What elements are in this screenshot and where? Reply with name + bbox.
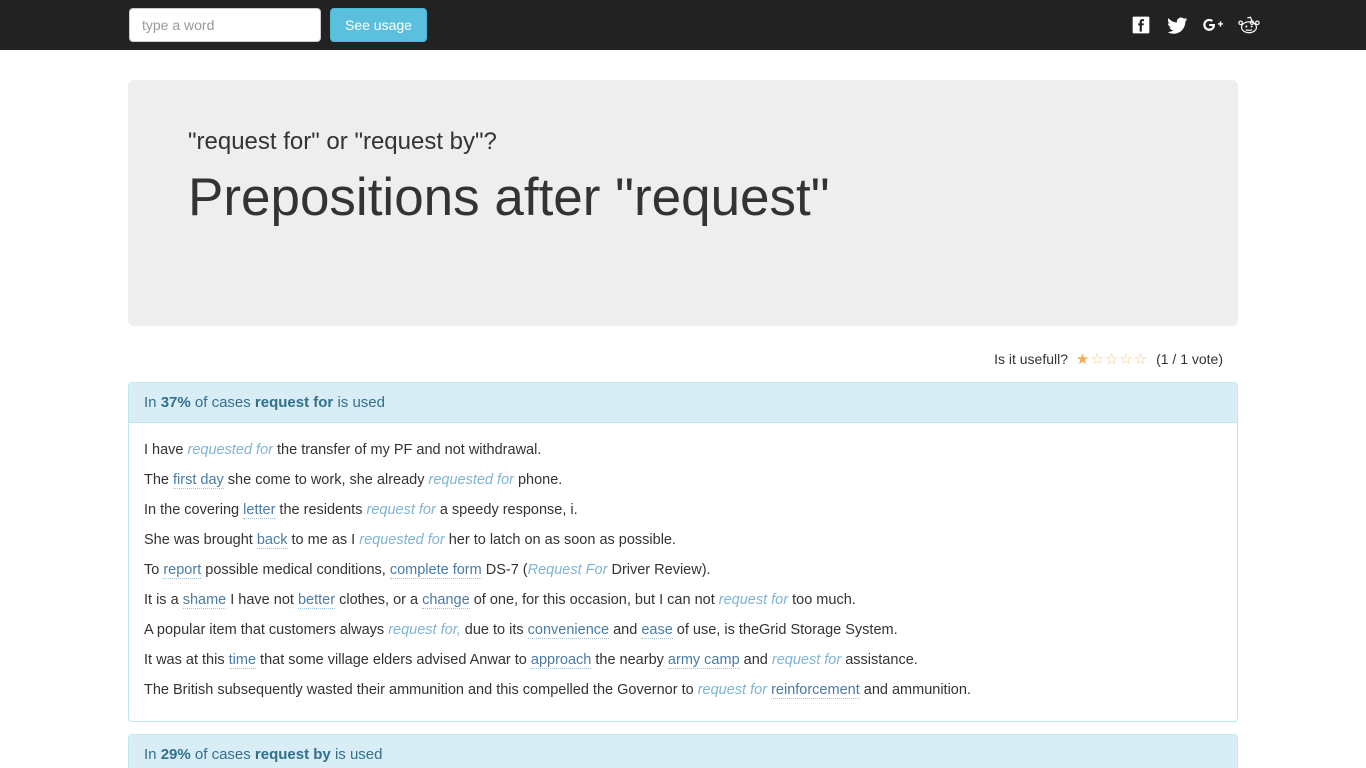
- heading-prefix: In: [144, 746, 161, 763]
- word-search-form: See usage: [129, 8, 427, 42]
- hero-subtitle: "request for" or "request by"?: [188, 128, 497, 155]
- keyword-phrase: request for: [697, 682, 768, 698]
- related-word-link[interactable]: ease: [641, 622, 673, 639]
- example-sentence: In the covering letter the residents req…: [144, 502, 578, 519]
- keyword-phrase: Request For: [527, 562, 608, 578]
- related-word-link[interactable]: reinforcement: [771, 682, 860, 699]
- keyword-phrase: requested for: [187, 442, 273, 458]
- keyword-phrase: request for: [718, 592, 789, 608]
- search-input[interactable]: [129, 8, 321, 42]
- twitter-icon[interactable]: [1166, 14, 1188, 36]
- keyword-phrase: requested for: [428, 472, 514, 488]
- reddit-icon[interactable]: [1238, 14, 1260, 36]
- star-rating[interactable]: ★☆☆☆☆: [1076, 350, 1148, 368]
- related-word-link[interactable]: better: [297, 592, 336, 609]
- facebook-icon[interactable]: [1130, 14, 1152, 36]
- star-1[interactable]: ★: [1076, 351, 1090, 368]
- example-sentence: The British subsequently wasted their am…: [144, 682, 971, 699]
- heading-phrase: request by: [254, 746, 331, 763]
- heading-mid: of cases: [190, 394, 255, 411]
- example-sentence: The first day she come to work, she alre…: [144, 472, 563, 489]
- related-word-link[interactable]: first day: [173, 472, 224, 489]
- usage-panel-request-by: In 29% of cases request by is used: [128, 734, 1238, 768]
- heading-prefix: In: [144, 394, 161, 411]
- example-list: I have requested for the transfer of my …: [129, 423, 1237, 721]
- heading-percent: 37%: [160, 394, 191, 411]
- related-word-link[interactable]: change: [422, 592, 470, 609]
- star-4[interactable]: ☆: [1119, 351, 1133, 368]
- googleplus-icon[interactable]: [1202, 14, 1224, 36]
- social-links: [1130, 0, 1260, 50]
- heading-mid: of cases: [190, 746, 255, 763]
- example-sentence: A popular item that customers always req…: [144, 622, 898, 639]
- example-sentence: I have requested for the transfer of my …: [144, 442, 542, 458]
- related-word-link[interactable]: report: [163, 562, 202, 579]
- star-3[interactable]: ☆: [1105, 351, 1119, 368]
- heading-phrase: request for: [254, 394, 334, 411]
- related-word-link[interactable]: shame: [182, 592, 227, 609]
- related-word-link[interactable]: convenience: [527, 622, 610, 639]
- keyword-phrase: requested for: [359, 532, 445, 548]
- star-2[interactable]: ☆: [1090, 351, 1104, 368]
- keyword-phrase: request for,: [388, 622, 461, 638]
- heading-suffix: is used: [333, 394, 385, 411]
- panel-heading: In 37% of cases request for is used: [129, 383, 1237, 423]
- example-sentence: She was brought back to me as I requeste…: [144, 532, 677, 549]
- related-word-link[interactable]: complete form: [389, 562, 482, 579]
- example-sentence: It was at this time that some village el…: [144, 652, 918, 669]
- related-word-link[interactable]: time: [228, 652, 257, 669]
- keyword-phrase: request for: [771, 652, 842, 668]
- related-word-link[interactable]: letter: [243, 502, 276, 519]
- panel-heading: In 29% of cases request by is used: [129, 735, 1237, 768]
- hero-jumbotron: "request for" or "request by"? Prepositi…: [128, 80, 1238, 326]
- rating-question: Is it usefull?: [994, 351, 1069, 367]
- see-usage-button[interactable]: See usage: [330, 8, 427, 42]
- heading-percent: 29%: [160, 746, 191, 763]
- usage-panel-request-for: In 37% of cases request for is used I ha…: [128, 382, 1238, 722]
- page-title: Prepositions after "request": [188, 167, 830, 227]
- vote-count: (1 / 1 vote): [1156, 351, 1223, 367]
- related-word-link[interactable]: army camp: [667, 652, 740, 669]
- heading-suffix: is used: [330, 746, 383, 763]
- rating-row: Is it usefull? ★☆☆☆☆ (1 / 1 vote): [128, 350, 1238, 370]
- keyword-phrase: request for: [388, 622, 457, 638]
- related-word-link[interactable]: approach: [530, 652, 592, 669]
- top-navbar: See usage: [0, 0, 1366, 50]
- example-sentence: To report possible medical conditions, c…: [144, 562, 711, 579]
- star-5[interactable]: ☆: [1134, 351, 1148, 368]
- related-word-link[interactable]: back: [256, 532, 288, 549]
- page-container: "request for" or "request by"? Prepositi…: [113, 80, 1253, 768]
- keyword-phrase: request for: [366, 502, 436, 518]
- example-sentence: It is a shame I have not better clothes,…: [144, 592, 856, 609]
